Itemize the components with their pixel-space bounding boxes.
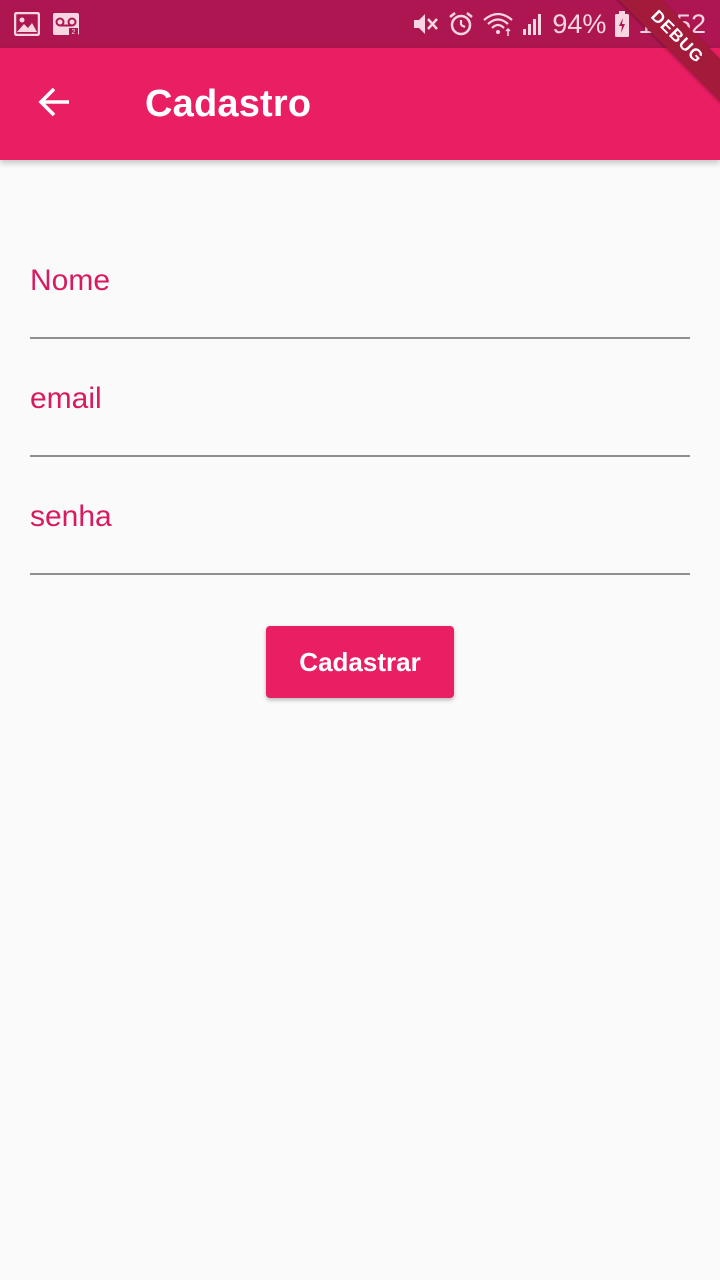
password-input[interactable]	[30, 533, 694, 569]
alarm-icon	[448, 11, 474, 37]
name-field[interactable]: Nome	[30, 160, 694, 339]
email-input[interactable]	[30, 415, 694, 451]
email-field[interactable]: email	[30, 339, 694, 457]
signal-icon	[522, 11, 544, 37]
signup-screen: 2 94% Cadastro DEBUG Nome email senha Ca…	[0, 0, 720, 1280]
signup-button[interactable]: Cadastrar	[266, 626, 454, 698]
password-field-label: senha	[30, 500, 112, 533]
status-bar: 2 94%	[0, 0, 720, 48]
app-bar: Cadastro	[0, 48, 720, 160]
voicemail-icon: 2	[52, 12, 80, 41]
status-left-icons: 2	[13, 11, 80, 41]
svg-text:2: 2	[72, 29, 76, 36]
back-button[interactable]	[26, 76, 82, 132]
name-field-label: Nome	[30, 264, 111, 297]
wifi-icon	[482, 11, 514, 37]
battery-percent: 94%	[552, 8, 607, 39]
arrow-back-icon	[36, 84, 72, 125]
email-field-label: email	[30, 382, 102, 415]
password-field[interactable]: senha	[30, 457, 694, 575]
mute-icon	[412, 11, 440, 37]
page-title: Cadastro	[145, 83, 312, 125]
signup-form: Nome email senha	[30, 160, 694, 575]
name-input[interactable]	[30, 297, 694, 333]
battery-charging-icon	[614, 10, 630, 38]
image-icon	[13, 11, 41, 41]
